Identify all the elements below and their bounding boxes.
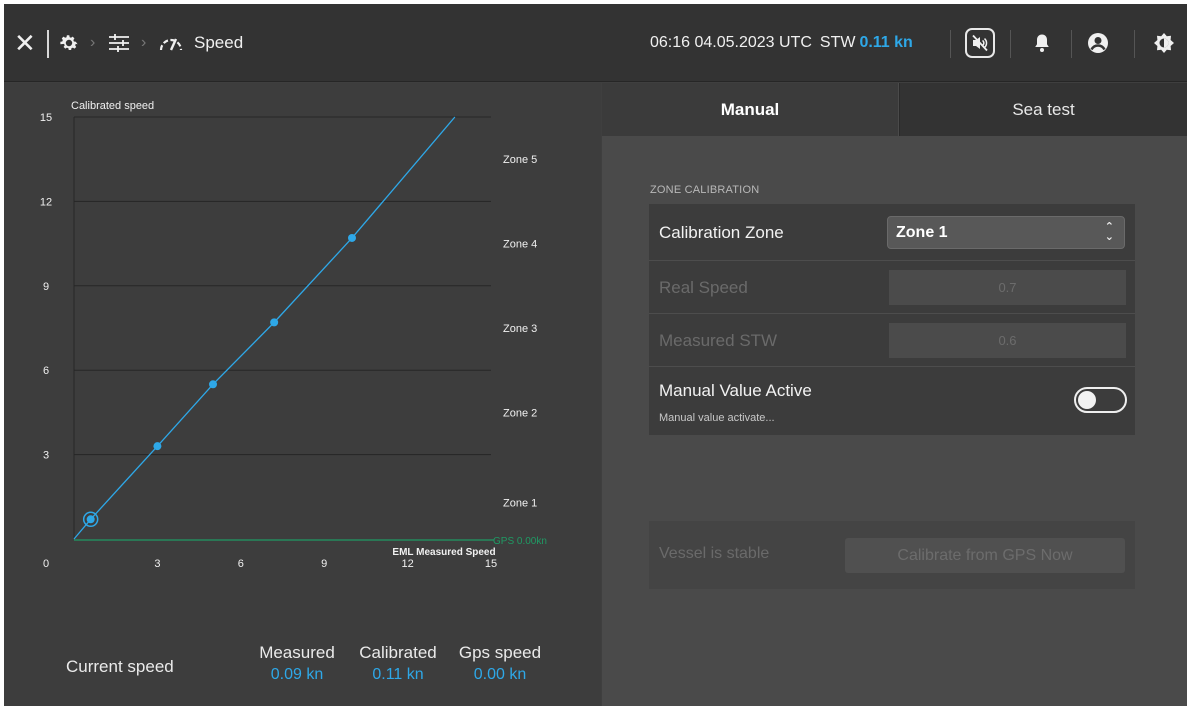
calibration-point[interactable] [348, 233, 356, 242]
vessel-stable-label: Vessel is stable [659, 545, 770, 562]
x-axis-label: EML Measured Speed [392, 547, 495, 558]
gps-speed-value: 0.00 kn [473, 666, 527, 683]
chevron-right-icon: › [90, 34, 96, 51]
calibrate-from-gps-button[interactable]: Calibrate from GPS Now [845, 538, 1125, 573]
calibration-chart: Zone 5 Zone 4 Zone 3 Zone 2 Zone 1 15 12 9 6 3 0 3… [40, 100, 547, 570]
x-tick-label: 9 [321, 558, 327, 570]
divider [1134, 30, 1135, 58]
measured-label: Measured [259, 643, 335, 662]
up-down-chevron-icon: ⌃ ⌄ [1104, 221, 1114, 243]
bell-icon[interactable] [1033, 4, 1051, 82]
calibration-zone-value: Zone 1 [896, 223, 948, 241]
divider [47, 30, 49, 58]
x-tick-label: 6 [238, 558, 244, 570]
manual-value-active-label: Manual Value Active [659, 381, 812, 400]
gps-line-label: GPS 0.00kn [493, 536, 547, 547]
tab-bar: Manual Sea test [602, 83, 1187, 136]
top-bar: ✕ › › Speed 06:16 04.05.2023 UTC STW 0.1… [4, 4, 1187, 82]
calibration-zone-label: Calibration Zone [659, 223, 784, 242]
calibration-point[interactable] [86, 515, 95, 524]
x-tick-label: 3 [154, 558, 160, 570]
speed-chart-panel: Zone 5 Zone 4 Zone 3 Zone 2 Zone 1 15 12 9 6 3 0 3… [4, 83, 601, 706]
x-tick-label: 0 [43, 558, 49, 570]
user-icon[interactable] [1087, 4, 1109, 82]
stw-label: STW [819, 34, 856, 51]
tab-manual[interactable]: Manual [602, 83, 898, 136]
calibration-point[interactable] [209, 380, 217, 389]
breadcrumb-current: Speed [194, 33, 244, 52]
zone-calibration-card: Calibration Zone Zone 1 ⌃ ⌄ Real Speed 0.… [649, 204, 1135, 435]
y-tick-label: 12 [40, 196, 52, 208]
close-icon[interactable]: ✕ [14, 4, 36, 82]
speed-calibration-screen: ✕ › › Speed 06:16 04.05.2023 UTC STW 0.1… [4, 4, 1187, 706]
calibration-point[interactable] [270, 318, 279, 327]
y-tick-label: 15 [40, 112, 52, 124]
section-title: ZONE CALIBRATION [650, 184, 760, 196]
toggle-knob [1078, 391, 1096, 409]
zone-label: Zone 4 [503, 239, 537, 251]
x-tick-label: 12 [401, 558, 413, 570]
calibrated-stat: Calibrated 0.11 kn [351, 643, 445, 684]
calibrated-value: 0.11 kn [372, 666, 424, 683]
manual-value-toggle[interactable] [1074, 387, 1127, 413]
calibration-zone-select[interactable]: Zone 1 ⌃ ⌄ [887, 216, 1125, 249]
gauge-icon [158, 4, 184, 82]
measured-value: 0.09 kn [270, 666, 324, 683]
status-time: 06:16 04.05.2023 UTC STW 0.11 kn [650, 4, 913, 82]
real-speed-field: 0.7 [889, 270, 1126, 305]
gps-speed-label: Gps speed [458, 643, 542, 662]
divider [950, 30, 951, 58]
calibration-curve [73, 116, 456, 540]
tab-sea-test[interactable]: Sea test [899, 83, 1187, 136]
y-tick-label: 6 [43, 365, 49, 377]
measured-stw-row: Measured STW 0.6 [649, 314, 1135, 367]
measured-stw-label: Measured STW [659, 331, 778, 350]
mute-icon[interactable] [965, 28, 995, 58]
manual-value-row: Manual Value Active Manual value activat… [649, 367, 1135, 435]
calibration-point[interactable] [153, 442, 162, 451]
y-axis-label: Calibrated speed [71, 100, 154, 112]
x-tick-label: 15 [485, 558, 497, 570]
divider [1071, 30, 1072, 58]
calibration-zone-row: Calibration Zone Zone 1 ⌃ ⌄ [649, 204, 1135, 261]
chevron-right-icon: › [141, 34, 147, 51]
datetime-text: 06:16 04.05.2023 UTC [650, 34, 812, 51]
measured-stw-field: 0.6 [889, 323, 1126, 358]
real-speed-row: Real Speed 0.7 [649, 261, 1135, 314]
zone-label: Zone 1 [503, 497, 537, 509]
manual-value-active-sub: Manual value activate... [659, 412, 775, 424]
current-speed-label: Current speed [66, 657, 174, 676]
y-tick-label: 3 [43, 450, 49, 462]
y-tick-label: 9 [43, 281, 49, 293]
gps-calibration-card: Vessel is stable Calibrate from GPS Now [649, 521, 1135, 589]
divider [1010, 30, 1011, 58]
zone-label: Zone 3 [503, 323, 537, 335]
brightness-icon[interactable] [1153, 4, 1175, 82]
measured-stat: Measured 0.09 kn [254, 643, 340, 684]
sliders-icon[interactable] [108, 4, 130, 82]
real-speed-label: Real Speed [659, 278, 748, 297]
calibrated-label: Calibrated [359, 643, 437, 662]
calibration-panel: Manual Sea test ZONE CALIBRATION Calibra… [602, 83, 1187, 706]
gear-icon[interactable] [58, 4, 80, 82]
gps-speed-stat: Gps speed 0.00 kn [454, 643, 546, 684]
zone-label: Zone 5 [503, 154, 537, 166]
stw-value: 0.11 kn [859, 34, 913, 51]
zone-label: Zone 2 [503, 407, 537, 419]
